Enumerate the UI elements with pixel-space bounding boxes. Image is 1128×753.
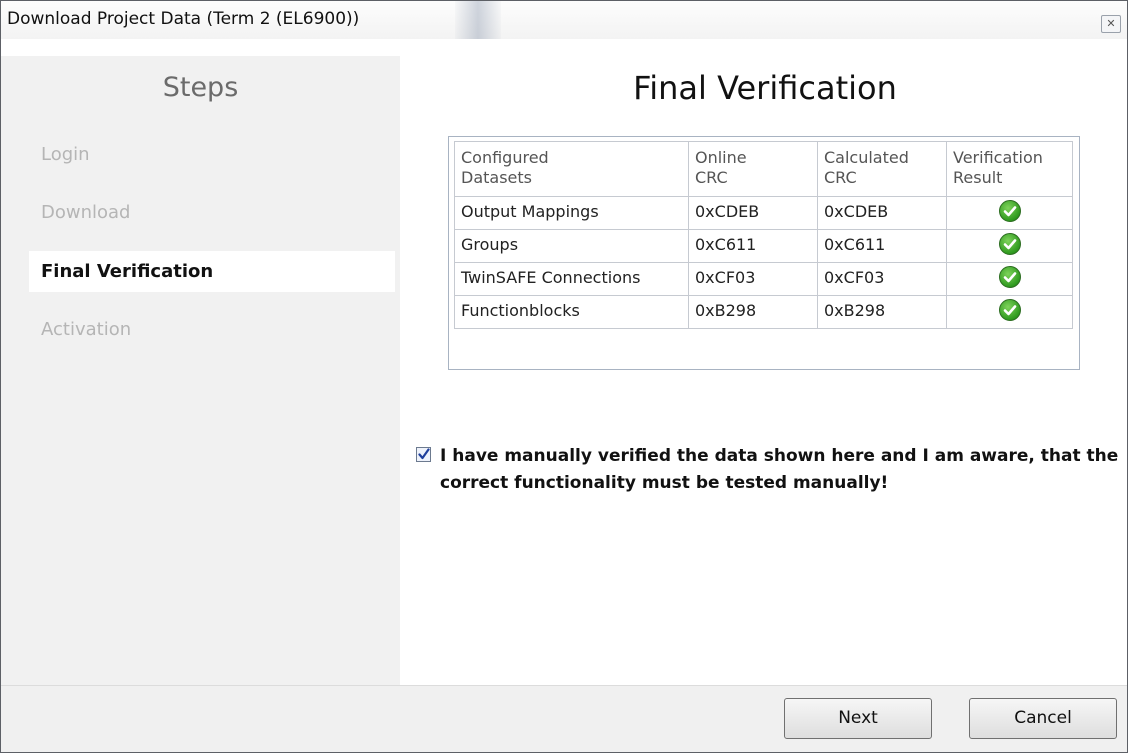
online-crc-cell: 0xCF03 bbox=[688, 262, 818, 296]
result-cell bbox=[946, 295, 1073, 329]
calculated-crc-cell: 0xB298 bbox=[817, 295, 947, 329]
sidebar-item-label: Final Verification bbox=[41, 261, 214, 282]
column-header-datasets: Configured Datasets bbox=[454, 141, 689, 197]
table-row: TwinSAFE Connections 0xCF03 0xCF03 bbox=[454, 262, 1073, 296]
sidebar-item-final-verification: Final Verification bbox=[29, 251, 395, 292]
check-icon bbox=[998, 233, 1021, 255]
sidebar-title: Steps bbox=[162, 72, 239, 103]
verification-table: Configured Datasets Online CRC Calculated C… bbox=[454, 141, 1073, 329]
window-title: Download Project Data (Term 2 (EL6900)) bbox=[7, 9, 360, 29]
result-cell bbox=[946, 262, 1073, 296]
column-header-calculated-crc: Calculated CRC bbox=[817, 141, 947, 197]
dataset-cell: TwinSAFE Connections bbox=[454, 262, 689, 296]
steps-sidebar: Steps Login Download Final Verification … bbox=[1, 56, 400, 685]
sidebar-item-label: Activation bbox=[41, 319, 132, 340]
title-bar[interactable]: Download Project Data (Term 2 (EL6900)) … bbox=[1, 1, 1127, 39]
column-header-online-crc: Online CRC bbox=[688, 141, 818, 197]
sidebar-item-label: Login bbox=[41, 144, 90, 165]
online-crc-cell: 0xC611 bbox=[688, 229, 818, 263]
check-icon bbox=[998, 299, 1021, 321]
sidebar-item-login: Login bbox=[29, 134, 395, 175]
online-crc-cell: 0xCDEB bbox=[688, 196, 818, 230]
calculated-crc-cell: 0xCF03 bbox=[817, 262, 947, 296]
result-cell bbox=[946, 229, 1073, 263]
table-row: Groups 0xC611 0xC611 bbox=[454, 229, 1073, 263]
dialog-footer: Next Cancel bbox=[1, 685, 1127, 752]
column-header-verification-result: Verification Result bbox=[946, 141, 1073, 197]
verification-table-frame: Configured Datasets Online CRC Calculated C… bbox=[448, 136, 1080, 370]
next-button[interactable]: Next bbox=[784, 698, 932, 739]
result-cell bbox=[946, 196, 1073, 230]
manual-verification-label[interactable]: I have manually verified the data shown … bbox=[440, 443, 1127, 497]
dataset-cell: Functionblocks bbox=[454, 295, 689, 329]
table-header-row: Configured Datasets Online CRC Calculated C… bbox=[454, 141, 1073, 197]
sidebar-item-label: Download bbox=[41, 202, 131, 223]
cancel-button[interactable]: Cancel bbox=[969, 698, 1117, 739]
dataset-cell: Output Mappings bbox=[454, 196, 689, 230]
calculated-crc-cell: 0xCDEB bbox=[817, 196, 947, 230]
calculated-crc-cell: 0xC611 bbox=[817, 229, 947, 263]
sidebar-item-activation: Activation bbox=[29, 309, 395, 350]
table-row: Output Mappings 0xCDEB 0xCDEB bbox=[454, 196, 1073, 230]
sidebar-item-download: Download bbox=[29, 192, 395, 233]
close-icon[interactable]: ✕ bbox=[1101, 15, 1121, 33]
dataset-cell: Groups bbox=[454, 229, 689, 263]
dialog-window: Download Project Data (Term 2 (EL6900)) … bbox=[0, 0, 1128, 753]
online-crc-cell: 0xB298 bbox=[688, 295, 818, 329]
manual-verification-checkbox[interactable] bbox=[416, 447, 431, 462]
check-icon bbox=[998, 266, 1021, 288]
title-bar-reflection bbox=[455, 1, 501, 39]
table-row: Functionblocks 0xB298 0xB298 bbox=[454, 295, 1073, 329]
page-title: Final Verification bbox=[633, 69, 897, 107]
check-icon bbox=[998, 200, 1021, 222]
